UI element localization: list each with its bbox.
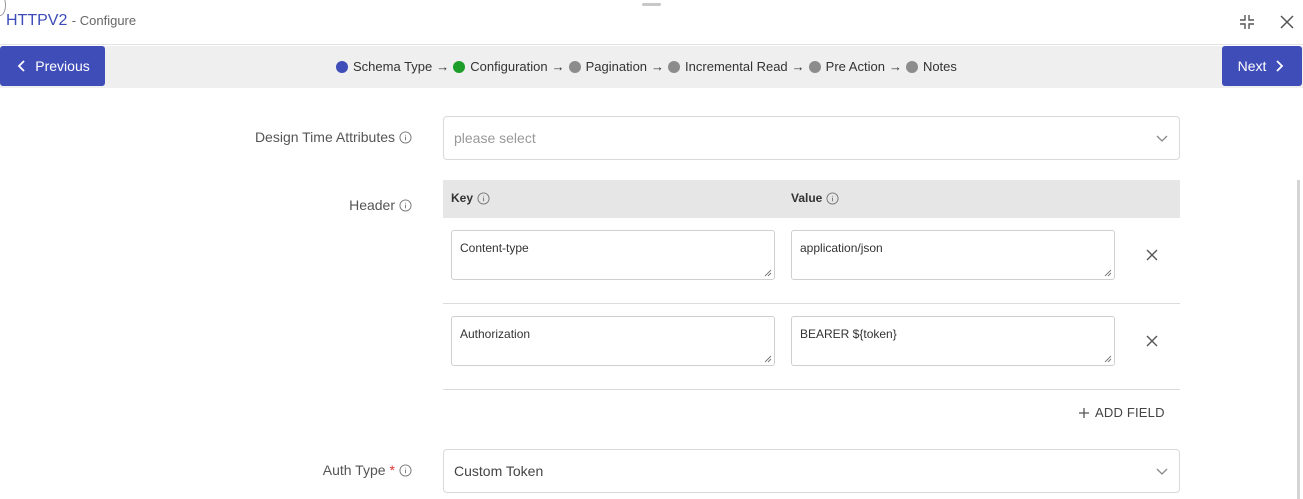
next-button[interactable]: Next: [1222, 46, 1302, 86]
step-pre-action[interactable]: Pre Action: [808, 59, 885, 74]
auth-type-select[interactable]: Custom Token: [443, 449, 1180, 493]
step-arrow: →: [436, 59, 450, 74]
header-key-textarea[interactable]: Authorization: [451, 316, 775, 366]
step-dot: [808, 60, 821, 73]
remove-row-icon[interactable]: [1145, 334, 1159, 348]
chevron-left-icon: [17, 60, 25, 72]
header-value-textarea[interactable]: BEARER ${token}: [791, 316, 1115, 366]
design-time-select[interactable]: please select: [443, 116, 1180, 160]
info-icon[interactable]: [477, 191, 490, 205]
step-configuration[interactable]: Configuration: [453, 59, 548, 74]
minimize-icon[interactable]: [1237, 12, 1257, 32]
step-dot: [568, 60, 581, 73]
window-title: HTTPV2 - Configure: [6, 12, 136, 30]
step-dot: [905, 60, 918, 73]
add-field-button[interactable]: ADD FIELD: [1078, 405, 1165, 420]
header-label-text: Header: [349, 197, 395, 213]
info-icon[interactable]: [399, 463, 412, 477]
step-pagination[interactable]: Pagination: [568, 59, 648, 74]
info-icon[interactable]: [399, 130, 412, 144]
scrollbar[interactable]: [1297, 180, 1300, 499]
auth-type-label: Auth Type *: [323, 462, 412, 478]
step-notes[interactable]: Notes: [905, 59, 957, 74]
title-bar: HTTPV2 - Configure: [0, 0, 1303, 45]
header-table-head: Key Value: [443, 180, 1180, 218]
required-mark: *: [389, 462, 395, 478]
resize-grip-icon[interactable]: [764, 355, 772, 363]
design-time-placeholder: please select: [454, 130, 536, 146]
header-key-value: Authorization: [460, 327, 531, 341]
design-time-label: Design Time Attributes: [255, 129, 412, 145]
step-arrow: →: [791, 59, 805, 74]
header-table: Key Value Content-type application/json …: [443, 180, 1180, 390]
previous-label: Previous: [35, 58, 90, 74]
resize-grip-icon[interactable]: [1104, 355, 1112, 363]
step-label: Notes: [922, 59, 957, 74]
step-label: Incremental Read: [685, 59, 788, 74]
remove-row-icon[interactable]: [1145, 248, 1159, 262]
key-column-label: Key: [451, 191, 474, 205]
key-column-header: Key: [451, 191, 490, 205]
step-dot: [668, 60, 681, 73]
header-key-value: Content-type: [460, 241, 529, 255]
title-text: HTTPV2: [6, 12, 68, 29]
title-subtitle: - Configure: [71, 13, 137, 28]
step-arrow: →: [651, 59, 665, 74]
step-dot: [453, 60, 466, 73]
step-dot: [336, 60, 348, 73]
table-row: Authorization BEARER ${token}: [443, 304, 1180, 390]
header-label: Header: [349, 197, 412, 213]
step-schema-type[interactable]: Schema Type: [336, 59, 432, 74]
resize-grip-icon[interactable]: [1104, 269, 1112, 277]
step-list: Schema Type → Configuration → Pagination…: [336, 59, 957, 74]
header-key-textarea[interactable]: Content-type: [451, 230, 775, 280]
design-time-label-text: Design Time Attributes: [254, 129, 395, 145]
header-value-value: BEARER ${token}: [800, 327, 897, 341]
step-arrow: →: [551, 59, 565, 74]
add-field-label: ADD FIELD: [1095, 405, 1165, 420]
value-column-label: Value: [791, 191, 823, 205]
auth-type-value: Custom Token: [454, 463, 544, 479]
plus-icon: [1079, 407, 1089, 418]
value-column-header: Value: [791, 191, 839, 205]
chevron-down-icon: [1156, 468, 1168, 475]
step-label: Pre Action: [825, 59, 885, 74]
header-value-textarea[interactable]: application/json: [791, 230, 1115, 280]
auth-type-label-text: Auth Type: [322, 462, 386, 478]
chevron-right-icon: [1276, 60, 1284, 72]
step-label: Configuration: [470, 59, 548, 74]
step-arrow: →: [888, 59, 902, 74]
step-bar: Previous Schema Type → Configuration → P…: [0, 46, 1303, 88]
chevron-down-icon: [1156, 135, 1168, 142]
close-icon[interactable]: [1277, 12, 1297, 32]
table-row: Content-type application/json: [443, 218, 1180, 304]
header-value-value: application/json: [800, 241, 883, 255]
step-incremental-read[interactable]: Incremental Read: [668, 59, 788, 74]
info-icon[interactable]: [399, 198, 412, 212]
resize-grip-icon[interactable]: [764, 269, 772, 277]
previous-button[interactable]: Previous: [0, 46, 105, 86]
info-icon[interactable]: [826, 191, 839, 205]
step-label: Pagination: [585, 59, 648, 74]
next-label: Next: [1237, 58, 1267, 74]
step-label: Schema Type: [353, 59, 433, 74]
